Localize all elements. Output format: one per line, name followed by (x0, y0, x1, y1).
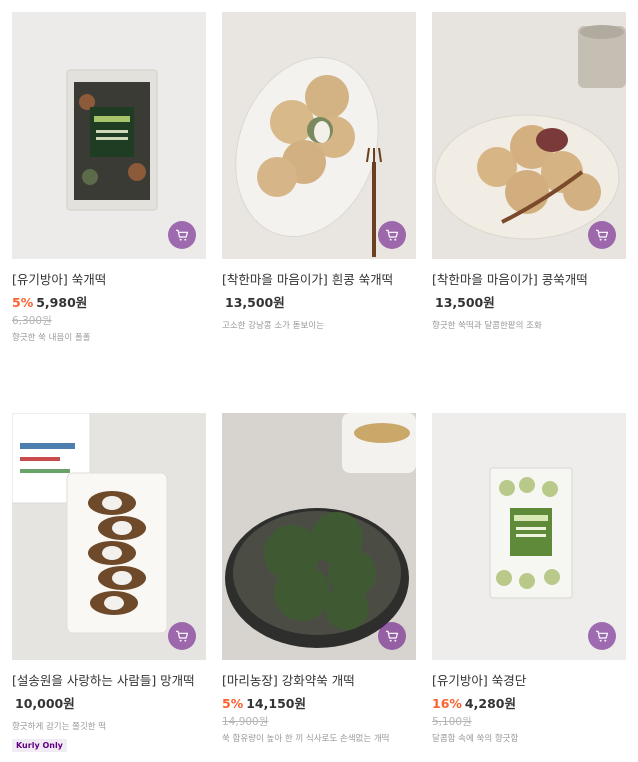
add-to-cart-button[interactable] (588, 221, 616, 249)
add-to-cart-button[interactable] (588, 622, 616, 650)
discount-rate: 5% (222, 696, 244, 711)
product-name[interactable]: [유기방아] 쑥개떡 (12, 271, 206, 288)
sale-price: 13,500원 (225, 295, 285, 310)
add-to-cart-button[interactable] (168, 221, 196, 249)
original-price: 14,900원 (222, 716, 269, 728)
kurly-only-badge: Kurly Only (12, 739, 67, 752)
product-name[interactable]: [착한마을 마음이가] 흰콩 쑥개떡 (222, 271, 416, 288)
original-price: 5,100원 (432, 716, 472, 728)
add-to-cart-button[interactable] (378, 221, 406, 249)
product-grid: [유기방아] 쑥개떡 5%5,980원 6,300원 향긋한 쑥 내음이 폴폴 (0, 0, 638, 762)
product-description: 향긋한 쑥 내음이 폴폴 (12, 333, 91, 343)
product-name[interactable]: [설송원을 사랑하는 사람들] 망개떡 (12, 672, 206, 689)
discount-rate: 5% (12, 295, 34, 310)
product-description: 향긋하게 감기는 쫄깃한 떡 (12, 722, 107, 732)
sale-price: 5,980원 (36, 295, 88, 310)
product-image[interactable] (12, 413, 206, 660)
sale-price: 14,150원 (246, 696, 306, 711)
price-row: 5% 5,980원 (12, 294, 206, 311)
product-card[interactable]: [착한마을 마음이가] 흰콩 쑥개떡 13,500원 고소한 강낭콩 소가 돋보… (222, 12, 416, 332)
product-card[interactable]: [마리농장] 강화약쑥 개떡 5% 14,150원 14,900원 쑥 함유량이 … (222, 413, 416, 745)
cart-icon (386, 630, 399, 642)
cart-icon (386, 229, 399, 241)
product-description: 달콤함 속에 쑥의 향긋함 (432, 734, 519, 744)
product-name[interactable]: [유기방아] 쑥경단 (432, 672, 626, 689)
original-price: 6,300원 (12, 315, 52, 327)
cart-icon (176, 229, 189, 241)
cart-icon (176, 630, 189, 642)
product-name[interactable]: [마리농장] 강화약쑥 개떡 (222, 672, 416, 689)
product-card[interactable]: [설송원을 사랑하는 사람들] 망개떡 10,000원 향긋하게 감기는 쫄깃한… (12, 413, 206, 752)
product-description: 향긋한 쑥떡과 달콤한팥의 조화 (432, 321, 542, 331)
price-row: 13,500원 (222, 294, 416, 311)
price-row: 5% 14,150원 (222, 695, 416, 712)
product-image[interactable] (12, 12, 206, 259)
product-description: 쑥 함유량이 높아 한 끼 식사로도 손색없는 개떡 (222, 734, 390, 744)
cart-icon (596, 630, 609, 642)
product-card[interactable]: [유기방아] 쑥개떡 5% 5,980원 6,300원 향긋한 쑥 내음이 폴폴 (12, 12, 206, 344)
product-description: 고소한 강낭콩 소가 돋보이는 (222, 321, 324, 331)
cart-icon (596, 229, 609, 241)
price-row: 13,500원 (432, 294, 626, 311)
price-row: 10,000원 (12, 695, 206, 712)
product-image[interactable] (432, 413, 626, 660)
product-image[interactable] (432, 12, 626, 259)
price-row: 16% 4,280원 (432, 695, 626, 712)
add-to-cart-button[interactable] (378, 622, 406, 650)
product-image[interactable] (222, 413, 416, 660)
product-name[interactable]: [착한마을 마음이가] 콩쑥개떡 (432, 271, 626, 288)
add-to-cart-button[interactable] (168, 622, 196, 650)
sale-price: 4,280원 (464, 696, 516, 711)
sale-price: 10,000원 (15, 696, 75, 711)
sale-price: 13,500원 (435, 295, 495, 310)
product-card[interactable]: [유기방아] 쑥경단 16% 4,280원 5,100원 달콤함 속에 쑥의 향긋… (432, 413, 626, 745)
discount-rate: 16% (432, 696, 462, 711)
product-image[interactable] (222, 12, 416, 259)
product-card[interactable]: [착한마을 마음이가] 콩쑥개떡 13,500원 향긋한 쑥떡과 달콤한팥의 조… (432, 12, 626, 332)
